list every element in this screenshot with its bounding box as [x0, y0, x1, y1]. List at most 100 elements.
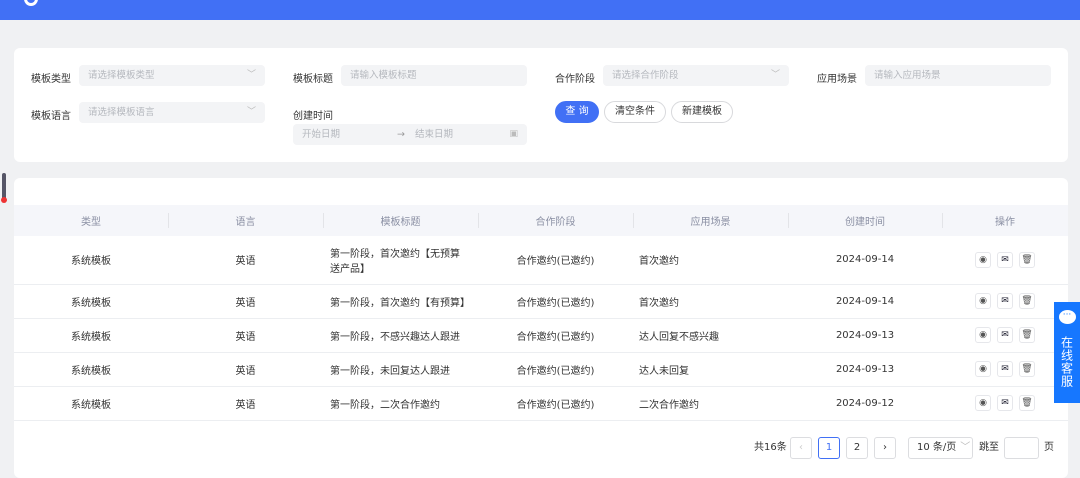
table-row: 系统模板 英语 第一阶段，首次邀约【有预算】 合作邀约(已邀约) 首次邀约 2024-09… — [14, 284, 1068, 319]
stage-select[interactable]: 请选择合作阶段 ﹀ — [603, 65, 789, 86]
delete-trash-icon[interactable]: 🗑 — [1019, 327, 1035, 343]
cell-language: 英语 — [168, 318, 323, 353]
table-row: 系统模板 英语 第一阶段，不感兴趣达人跟进 合作邀约(已邀约) 达人回复不感兴趣 2024… — [14, 318, 1068, 353]
logo-icon — [24, 0, 38, 6]
cell-actions: ◉ ✉ 🗑 — [942, 318, 1068, 353]
scene-input[interactable]: 请输入应用场景 — [865, 65, 1051, 86]
col-type: 类型 — [14, 205, 168, 236]
title-label: 模板标题 — [293, 74, 333, 85]
cell-language: 英语 — [168, 236, 323, 285]
cell-type: 系统模板 — [14, 236, 168, 285]
calendar-icon: ▣ — [509, 129, 518, 139]
chat-bubble-icon: ··· — [1058, 310, 1076, 324]
cell-stage: 合作邀约(已邀约) — [478, 236, 633, 285]
chevron-down-icon: ﹀ — [246, 107, 256, 117]
table-row: 系统模板 英语 第一阶段，未回复达人跟进 合作邀约(已邀约) 达人未回复 2024-09-… — [14, 352, 1068, 387]
page-unit-label: 页 — [1044, 442, 1054, 453]
created-label: 创建时间 — [293, 111, 333, 122]
cell-created: 2024-09-14 — [788, 284, 942, 319]
mail-icon[interactable]: ✉ — [997, 361, 1013, 377]
delete-trash-icon[interactable]: 🗑 — [1019, 251, 1035, 268]
cell-stage: 合作邀约(已邀约) — [478, 352, 633, 387]
mail-icon[interactable]: ✉ — [997, 251, 1013, 268]
table-row: 系统模板 英语 第一阶段，首次邀约【无预算送产品】 合作邀约(已邀约) 首次邀约 2024… — [14, 236, 1068, 285]
chevron-down-icon: ﹀ — [770, 70, 780, 80]
lang-select[interactable]: 请选择模板语言 ﹀ — [79, 102, 265, 123]
query-button[interactable]: 查 询 — [555, 101, 599, 123]
cell-type: 系统模板 — [14, 284, 168, 319]
lang-label: 模板语言 — [31, 111, 71, 122]
online-service-label: 在线客服 — [1059, 336, 1074, 388]
total-count: 共16条 — [754, 442, 787, 453]
type-select[interactable]: 请选择模板类型 ﹀ — [79, 65, 265, 86]
cell-language: 英语 — [168, 386, 323, 421]
col-actions: 操作 — [942, 205, 1068, 236]
chevron-down-icon: ﹀ — [246, 70, 256, 80]
cell-language: 英语 — [168, 352, 323, 387]
title-input[interactable]: 请输入模板标题 — [341, 65, 527, 86]
online-service-button[interactable]: ··· 在线客服 — [1054, 302, 1080, 403]
col-title: 模板标题 — [323, 205, 478, 236]
view-eye-icon[interactable]: ◉ — [975, 251, 991, 268]
cell-title: 第一阶段，二次合作邀约 — [323, 386, 478, 421]
date-range-input[interactable]: 开始日期 → 结束日期 ▣ — [293, 124, 527, 145]
cell-title: 第一阶段，不感兴趣达人跟进 — [323, 318, 478, 353]
mail-icon[interactable]: ✉ — [997, 395, 1013, 411]
cell-scene: 二次合作邀约 — [633, 386, 788, 421]
page-size-select[interactable]: 10 条/页 ﹀ — [908, 437, 973, 459]
type-label: 模板类型 — [31, 74, 71, 85]
delete-trash-icon[interactable]: 🗑 — [1019, 293, 1035, 309]
cell-title: 第一阶段，未回复达人跟进 — [323, 352, 478, 387]
col-scene: 应用场景 — [633, 205, 788, 236]
clear-button[interactable]: 清空条件 — [604, 101, 666, 123]
prev-page-button[interactable]: ‹ — [790, 437, 812, 459]
cell-stage: 合作邀约(已邀约) — [478, 318, 633, 353]
cell-scene: 达人未回复 — [633, 352, 788, 387]
jump-page-input[interactable] — [1004, 437, 1039, 459]
cell-stage: 合作邀约(已邀约) — [478, 284, 633, 319]
mail-icon[interactable]: ✉ — [997, 327, 1013, 343]
view-eye-icon[interactable]: ◉ — [975, 395, 991, 411]
col-stage: 合作阶段 — [478, 205, 633, 236]
cell-title: 第一阶段，首次邀约【有预算】 — [323, 284, 478, 319]
cell-type: 系统模板 — [14, 352, 168, 387]
col-created: 创建时间 — [788, 205, 942, 236]
cell-type: 系统模板 — [14, 386, 168, 421]
top-header — [0, 0, 1080, 20]
cell-scene: 首次邀约 — [633, 284, 788, 319]
delete-trash-icon[interactable]: 🗑 — [1019, 395, 1035, 411]
cell-stage: 合作邀约(已邀约) — [478, 386, 633, 421]
new-template-button[interactable]: 新建模板 — [671, 101, 733, 123]
cell-actions: ◉ ✉ 🗑 — [942, 386, 1068, 421]
cell-created: 2024-09-13 — [788, 352, 942, 387]
cell-type: 系统模板 — [14, 318, 168, 353]
jump-label: 跳至 — [979, 442, 999, 453]
filter-panel: 模板类型 请选择模板类型 ﹀ 模板标题 请输入模板标题 合作阶段 请选择合作阶段 ﹀… — [14, 48, 1068, 162]
delete-trash-icon[interactable]: 🗑 — [1019, 361, 1035, 377]
cell-actions: ◉ ✉ 🗑 — [942, 352, 1068, 387]
scene-label: 应用场景 — [817, 74, 857, 85]
page-1-button[interactable]: 1 — [818, 437, 840, 459]
mail-icon[interactable]: ✉ — [997, 293, 1013, 309]
thermometer-icon — [1, 173, 7, 203]
view-eye-icon[interactable]: ◉ — [975, 361, 991, 377]
cell-language: 英语 — [168, 284, 323, 319]
cell-actions: ◉ ✉ 🗑 — [942, 236, 1068, 285]
chevron-down-icon: ﹀ — [960, 442, 971, 453]
cell-scene: 首次邀约 — [633, 236, 788, 285]
page-2-button[interactable]: 2 — [846, 437, 868, 459]
view-eye-icon[interactable]: ◉ — [975, 293, 991, 309]
stage-label: 合作阶段 — [555, 74, 595, 85]
table-row: 系统模板 英语 第一阶段，二次合作邀约 合作邀约(已邀约) 二次合作邀约 2024-09-… — [14, 386, 1068, 421]
cell-created: 2024-09-12 — [788, 386, 942, 421]
arrow-right-icon: → — [397, 129, 405, 140]
next-page-button[interactable]: › — [874, 437, 896, 459]
cell-actions: ◉ ✉ 🗑 — [942, 284, 1068, 319]
template-table-card: 类型 语言 模板标题 合作阶段 应用场景 创建时间 操作 系统模板 英语 第一阶段，… — [14, 178, 1068, 478]
cell-created: 2024-09-14 — [788, 236, 942, 285]
view-eye-icon[interactable]: ◉ — [975, 327, 991, 343]
cell-scene: 达人回复不感兴趣 — [633, 318, 788, 353]
template-table: 类型 语言 模板标题 合作阶段 应用场景 创建时间 操作 系统模板 英语 第一阶段，… — [14, 205, 1068, 421]
cell-title: 第一阶段，首次邀约【无预算送产品】 — [323, 236, 478, 285]
cell-created: 2024-09-13 — [788, 318, 942, 353]
